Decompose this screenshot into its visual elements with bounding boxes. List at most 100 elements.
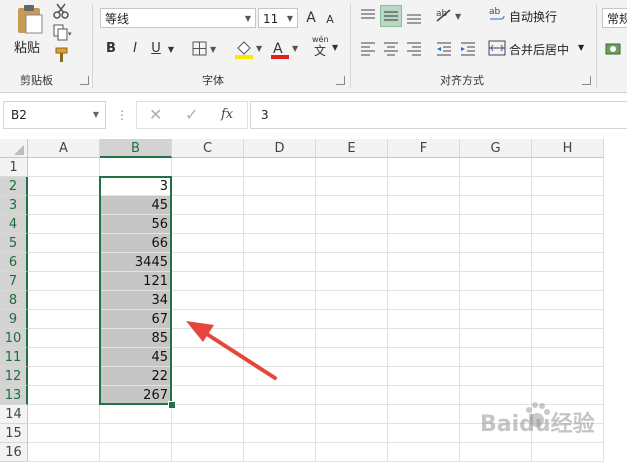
cell-f13[interactable] [388, 386, 460, 405]
cell-b1[interactable] [100, 158, 172, 177]
fill-handle[interactable] [168, 401, 176, 409]
select-all-corner[interactable] [0, 139, 28, 158]
cell-b16[interactable] [100, 443, 172, 462]
cell-b4[interactable]: 56 [100, 215, 172, 234]
cell-f2[interactable] [388, 177, 460, 196]
cell-b7[interactable]: 121 [100, 272, 172, 291]
row-header-14[interactable]: 14 [0, 405, 28, 424]
formula-input[interactable]: 3 [250, 101, 627, 129]
insert-function-icon[interactable]: fx [221, 102, 233, 128]
cell-e2[interactable] [316, 177, 388, 196]
row-header-11[interactable]: 11 [0, 348, 28, 367]
row-header-9[interactable]: 9 [0, 310, 28, 329]
border-button[interactable]: ▼ [190, 40, 220, 65]
cell-g4[interactable] [460, 215, 532, 234]
cell-e9[interactable] [316, 310, 388, 329]
cell-a1[interactable] [28, 158, 100, 177]
cell-b10[interactable]: 85 [100, 329, 172, 348]
cell-g12[interactable] [460, 367, 532, 386]
cell-a13[interactable] [28, 386, 100, 405]
cell-e14[interactable] [316, 405, 388, 424]
cell-b11[interactable]: 45 [100, 348, 172, 367]
cell-g5[interactable] [460, 234, 532, 253]
cell-b2[interactable]: 3 [100, 177, 172, 196]
cell-e1[interactable] [316, 158, 388, 177]
column-header-e[interactable]: E [316, 139, 388, 158]
font-size-dropdown[interactable]: 11 ▼ [258, 8, 298, 28]
align-center-button[interactable] [381, 38, 401, 58]
paste-button[interactable]: 粘贴 [12, 4, 48, 56]
cell-e16[interactable] [316, 443, 388, 462]
cell-h7[interactable] [532, 272, 604, 291]
cell-c7[interactable] [172, 272, 244, 291]
cell-c8[interactable] [172, 291, 244, 310]
cell-g2[interactable] [460, 177, 532, 196]
cell-d8[interactable] [244, 291, 316, 310]
cell-e3[interactable] [316, 196, 388, 215]
cell-b12[interactable]: 22 [100, 367, 172, 386]
cell-a4[interactable] [28, 215, 100, 234]
cell-g8[interactable] [460, 291, 532, 310]
row-header-3[interactable]: 3 [0, 196, 28, 215]
cell-e5[interactable] [316, 234, 388, 253]
column-header-c[interactable]: C [172, 139, 244, 158]
wrap-text-button[interactable]: ab 自动换行 [488, 5, 588, 27]
cell-h8[interactable] [532, 291, 604, 310]
name-box[interactable]: B2 ▼ [3, 101, 106, 129]
align-top-button[interactable] [358, 6, 378, 26]
cell-b8[interactable]: 34 [100, 291, 172, 310]
cell-d15[interactable] [244, 424, 316, 443]
font-color-button[interactable]: A ▼ [268, 38, 302, 67]
row-header-2[interactable]: 2 [0, 177, 28, 196]
cell-f12[interactable] [388, 367, 460, 386]
cell-f11[interactable] [388, 348, 460, 367]
cut-button[interactable] [52, 2, 72, 20]
cell-h6[interactable] [532, 253, 604, 272]
copy-button[interactable]: ▾ [52, 24, 74, 42]
cell-d4[interactable] [244, 215, 316, 234]
cell-e4[interactable] [316, 215, 388, 234]
cell-a6[interactable] [28, 253, 100, 272]
column-header-h[interactable]: H [532, 139, 604, 158]
cell-a11[interactable] [28, 348, 100, 367]
cell-f7[interactable] [388, 272, 460, 291]
cell-a8[interactable] [28, 291, 100, 310]
row-header-5[interactable]: 5 [0, 234, 28, 253]
cell-f6[interactable] [388, 253, 460, 272]
cell-c15[interactable] [172, 424, 244, 443]
cell-a7[interactable] [28, 272, 100, 291]
italic-button[interactable]: I [127, 39, 143, 59]
row-header-7[interactable]: 7 [0, 272, 28, 291]
cell-c1[interactable] [172, 158, 244, 177]
cell-e7[interactable] [316, 272, 388, 291]
row-header-15[interactable]: 15 [0, 424, 28, 443]
column-header-f[interactable]: F [388, 139, 460, 158]
cell-c5[interactable] [172, 234, 244, 253]
cell-b3[interactable]: 45 [100, 196, 172, 215]
column-header-a[interactable]: A [28, 139, 100, 158]
cell-e11[interactable] [316, 348, 388, 367]
cell-d6[interactable] [244, 253, 316, 272]
cell-g10[interactable] [460, 329, 532, 348]
cell-d5[interactable] [244, 234, 316, 253]
number-format-dropdown[interactable]: 常规 [602, 8, 627, 28]
cell-a14[interactable] [28, 405, 100, 424]
cell-b6[interactable]: 3445 [100, 253, 172, 272]
cell-g3[interactable] [460, 196, 532, 215]
cell-h2[interactable] [532, 177, 604, 196]
cell-c2[interactable] [172, 177, 244, 196]
cell-e15[interactable] [316, 424, 388, 443]
row-header-16[interactable]: 16 [0, 443, 28, 462]
cell-f14[interactable] [388, 405, 460, 424]
cell-f3[interactable] [388, 196, 460, 215]
cell-f1[interactable] [388, 158, 460, 177]
cell-a9[interactable] [28, 310, 100, 329]
cell-f10[interactable] [388, 329, 460, 348]
cell-g7[interactable] [460, 272, 532, 291]
cell-e13[interactable] [316, 386, 388, 405]
cell-h12[interactable] [532, 367, 604, 386]
cell-b9[interactable]: 67 [100, 310, 172, 329]
cell-g6[interactable] [460, 253, 532, 272]
row-header-1[interactable]: 1 [0, 158, 28, 177]
cell-f8[interactable] [388, 291, 460, 310]
